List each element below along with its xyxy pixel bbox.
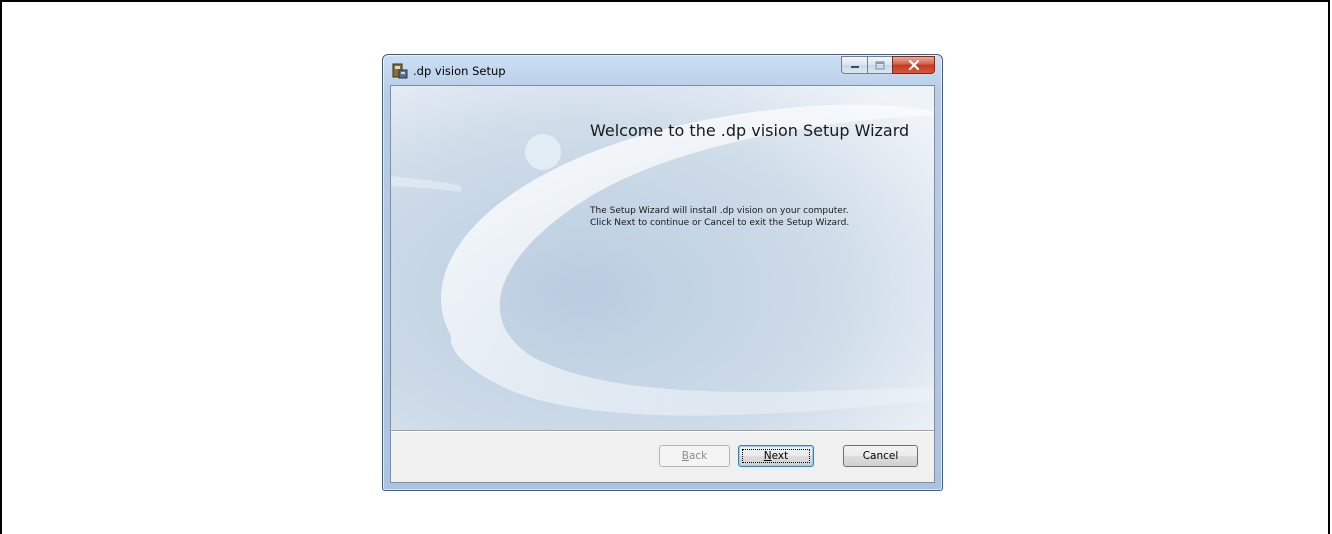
body-line: The Setup Wizard will install .dp vision… bbox=[590, 206, 849, 216]
caption-buttons bbox=[841, 56, 935, 75]
cancel-label: Cancel bbox=[862, 450, 899, 462]
minimize-button[interactable] bbox=[841, 56, 867, 74]
title-bar[interactable]: .dp vision Setup bbox=[383, 55, 942, 86]
welcome-heading: Welcome to the .dp vision Setup Wizard bbox=[590, 121, 910, 140]
close-button[interactable] bbox=[892, 56, 935, 74]
footer-divider bbox=[391, 430, 934, 432]
maximize-icon bbox=[875, 60, 885, 70]
body-line: Click Next to continue or Cancel to exit… bbox=[590, 218, 850, 228]
welcome-banner: Welcome to the .dp vision Setup Wizard T… bbox=[391, 86, 934, 430]
back-label-accelerator: B bbox=[681, 450, 689, 462]
maximize-button[interactable] bbox=[867, 56, 892, 74]
setup-wizard-window: .dp vision Setup Welcome to the .dp visi… bbox=[382, 54, 943, 491]
cancel-button[interactable]: Cancel bbox=[843, 445, 918, 467]
back-button[interactable]: Back bbox=[659, 445, 730, 467]
back-label-post: ack bbox=[688, 450, 708, 462]
welcome-body: The Setup Wizard will install .dp vision… bbox=[590, 205, 849, 229]
wizard-client-area: Welcome to the .dp vision Setup Wizard T… bbox=[390, 85, 935, 483]
focus-rectangle bbox=[742, 449, 810, 463]
installer-icon bbox=[392, 63, 408, 79]
window-title: .dp vision Setup bbox=[413, 64, 506, 78]
minimize-icon bbox=[850, 66, 859, 68]
next-button[interactable]: Next bbox=[738, 445, 814, 467]
close-icon bbox=[908, 60, 919, 70]
